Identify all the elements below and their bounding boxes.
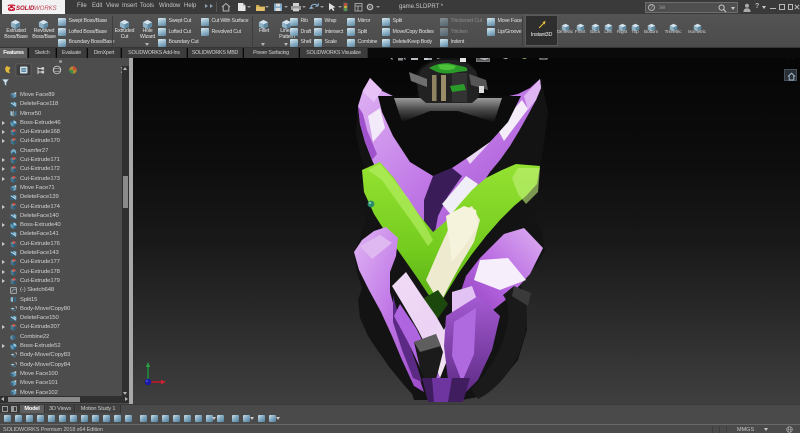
svg-text:SOLID: SOLID bbox=[16, 6, 35, 12]
svg-text:WORKS: WORKS bbox=[34, 6, 57, 12]
